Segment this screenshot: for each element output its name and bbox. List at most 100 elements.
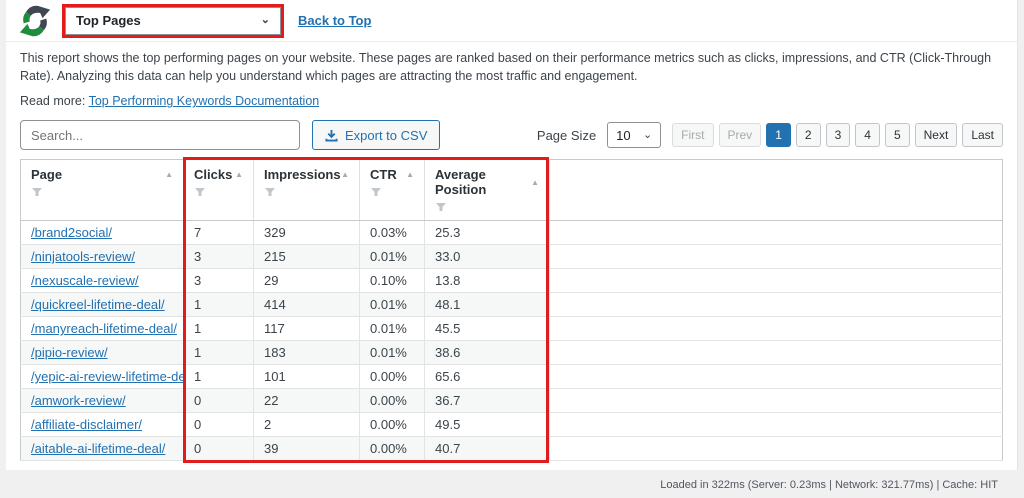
avg-position-cell: 13.8 — [425, 269, 550, 293]
ctr-cell: 0.01% — [360, 293, 425, 317]
pagination-next-button[interactable]: Next — [915, 123, 958, 147]
report-selector[interactable]: Top Pages ⌄ — [65, 7, 281, 35]
impressions-cell: 29 — [254, 269, 360, 293]
clicks-cell: 3 — [184, 245, 254, 269]
impressions-cell: 39 — [254, 437, 360, 461]
table-row: /nexuscale-review/ 3 29 0.10% 13.8 — [21, 269, 1003, 293]
avg-position-cell: 45.5 — [425, 317, 550, 341]
clicks-cell: 0 — [184, 389, 254, 413]
page-size-select[interactable]: 10 ⌄ — [607, 122, 661, 148]
clicks-cell: 0 — [184, 413, 254, 437]
clicks-cell: 3 — [184, 269, 254, 293]
impressions-cell: 2 — [254, 413, 360, 437]
column-header-ctr[interactable]: CTR ▲ — [360, 160, 425, 221]
page-size-label: Page Size — [537, 128, 596, 143]
table-row: /affiliate-disclaimer/ 0 2 0.00% 49.5 — [21, 413, 1003, 437]
report-panel: Top Pages ⌄ Back to Top This report show… — [6, 0, 1018, 470]
sort-asc-icon: ▲ — [235, 170, 243, 179]
pagination-page-2-button[interactable]: 2 — [796, 123, 821, 147]
table-row: /brand2social/ 7 329 0.03% 25.3 — [21, 221, 1003, 245]
table-row: /manyreach-lifetime-deal/ 1 117 0.01% 45… — [21, 317, 1003, 341]
sort-asc-icon: ▲ — [165, 170, 173, 179]
ctr-cell: 0.03% — [360, 221, 425, 245]
table-row: /pipio-review/ 1 183 0.01% 38.6 — [21, 341, 1003, 365]
column-header-average-position[interactable]: Average Position▲ — [425, 160, 550, 221]
clicks-cell: 0 — [184, 437, 254, 461]
clicks-cell: 1 — [184, 341, 254, 365]
clicks-cell: 1 — [184, 365, 254, 389]
column-header-impressions[interactable]: Impressions▲ — [254, 160, 360, 221]
page-link[interactable]: /amwork-review/ — [31, 393, 126, 408]
filter-icon[interactable] — [264, 187, 276, 197]
plugin-logo-icon — [18, 4, 52, 38]
search-input[interactable] — [20, 120, 300, 150]
page-link[interactable]: /affiliate-disclaimer/ — [31, 417, 142, 432]
avg-position-cell: 65.6 — [425, 365, 550, 389]
table-row: /quickreel-lifetime-deal/ 1 414 0.01% 48… — [21, 293, 1003, 317]
page-link[interactable]: /manyreach-lifetime-deal/ — [31, 321, 177, 336]
avg-position-cell: 36.7 — [425, 389, 550, 413]
export-csv-label: Export to CSV — [345, 128, 427, 143]
column-label: Clicks — [194, 167, 232, 182]
pagination-first-button[interactable]: First — [672, 123, 713, 147]
ctr-cell: 0.00% — [360, 437, 425, 461]
pagination-last-button[interactable]: Last — [962, 123, 1003, 147]
pages-table: Page▲ Clicks▲ Impressions▲ CTR▲ — [20, 159, 1003, 461]
page-link[interactable]: /aitable-ai-lifetime-deal/ — [31, 441, 165, 456]
pagination-page-1-button[interactable]: 1 — [766, 123, 791, 147]
page-link[interactable]: /pipio-review/ — [31, 345, 108, 360]
avg-position-cell: 25.3 — [425, 221, 550, 245]
chevron-down-icon: ⌄ — [261, 15, 270, 26]
pagination-page-4-button[interactable]: 4 — [855, 123, 880, 147]
filter-icon[interactable] — [435, 202, 447, 212]
export-csv-button[interactable]: Export to CSV — [312, 120, 440, 150]
table-toolbar: Export to CSV Page Size 10 ⌄ First Prev … — [20, 120, 1003, 150]
column-header-clicks[interactable]: Clicks▲ — [184, 160, 254, 221]
filter-icon[interactable] — [194, 187, 206, 197]
avg-position-cell: 33.0 — [425, 245, 550, 269]
clicks-cell: 1 — [184, 317, 254, 341]
read-more-prefix: Read more: — [20, 94, 89, 108]
page-link[interactable]: /yepic-ai-review-lifetime-deal/ — [31, 369, 184, 384]
column-label: CTR — [370, 167, 397, 182]
table-row: /amwork-review/ 0 22 0.00% 36.7 — [21, 389, 1003, 413]
sort-asc-icon: ▲ — [531, 178, 539, 187]
pagination-prev-button[interactable]: Prev — [719, 123, 762, 147]
avg-position-cell: 49.5 — [425, 413, 550, 437]
sort-asc-icon: ▲ — [341, 170, 349, 179]
report-selector-value: Top Pages — [76, 13, 141, 28]
ctr-cell: 0.10% — [360, 269, 425, 293]
back-to-top-link[interactable]: Back to Top — [298, 13, 371, 28]
avg-position-cell: 38.6 — [425, 341, 550, 365]
page-link[interactable]: /brand2social/ — [31, 225, 112, 240]
filter-icon[interactable] — [370, 187, 382, 197]
page-link[interactable]: /nexuscale-review/ — [31, 273, 139, 288]
table-header-row: Page▲ Clicks▲ Impressions▲ CTR▲ — [21, 160, 1003, 221]
download-icon — [325, 129, 338, 142]
clicks-cell: 1 — [184, 293, 254, 317]
column-label: Impressions — [264, 167, 341, 182]
column-header-page[interactable]: Page ▲ — [21, 160, 184, 221]
ctr-cell: 0.01% — [360, 341, 425, 365]
documentation-link[interactable]: Top Performing Keywords Documentation — [89, 94, 320, 108]
column-label: Page — [31, 167, 62, 182]
page-size-value: 10 — [616, 128, 630, 143]
impressions-cell: 22 — [254, 389, 360, 413]
pages-table-wrap: Page▲ Clicks▲ Impressions▲ CTR▲ — [20, 159, 1003, 461]
load-time-status: Loaded in 322ms (Server: 0.23ms | Networ… — [660, 479, 998, 491]
filter-icon[interactable] — [31, 187, 43, 197]
pagination-page-5-button[interactable]: 5 — [885, 123, 910, 147]
chevron-down-icon: ⌄ — [643, 130, 652, 141]
impressions-cell: 117 — [254, 317, 360, 341]
pagination-page-3-button[interactable]: 3 — [826, 123, 851, 147]
table-row: /ninjatools-review/ 3 215 0.01% 33.0 — [21, 245, 1003, 269]
sort-asc-icon: ▲ — [406, 170, 414, 179]
annotation-box-selector: Top Pages ⌄ — [62, 4, 284, 38]
ctr-cell: 0.00% — [360, 413, 425, 437]
report-description: This report shows the top performing pag… — [6, 42, 1017, 85]
top-bar: Top Pages ⌄ Back to Top — [6, 0, 1017, 42]
ctr-cell: 0.01% — [360, 317, 425, 341]
page-link[interactable]: /quickreel-lifetime-deal/ — [31, 297, 165, 312]
ctr-cell: 0.00% — [360, 365, 425, 389]
page-link[interactable]: /ninjatools-review/ — [31, 249, 135, 264]
